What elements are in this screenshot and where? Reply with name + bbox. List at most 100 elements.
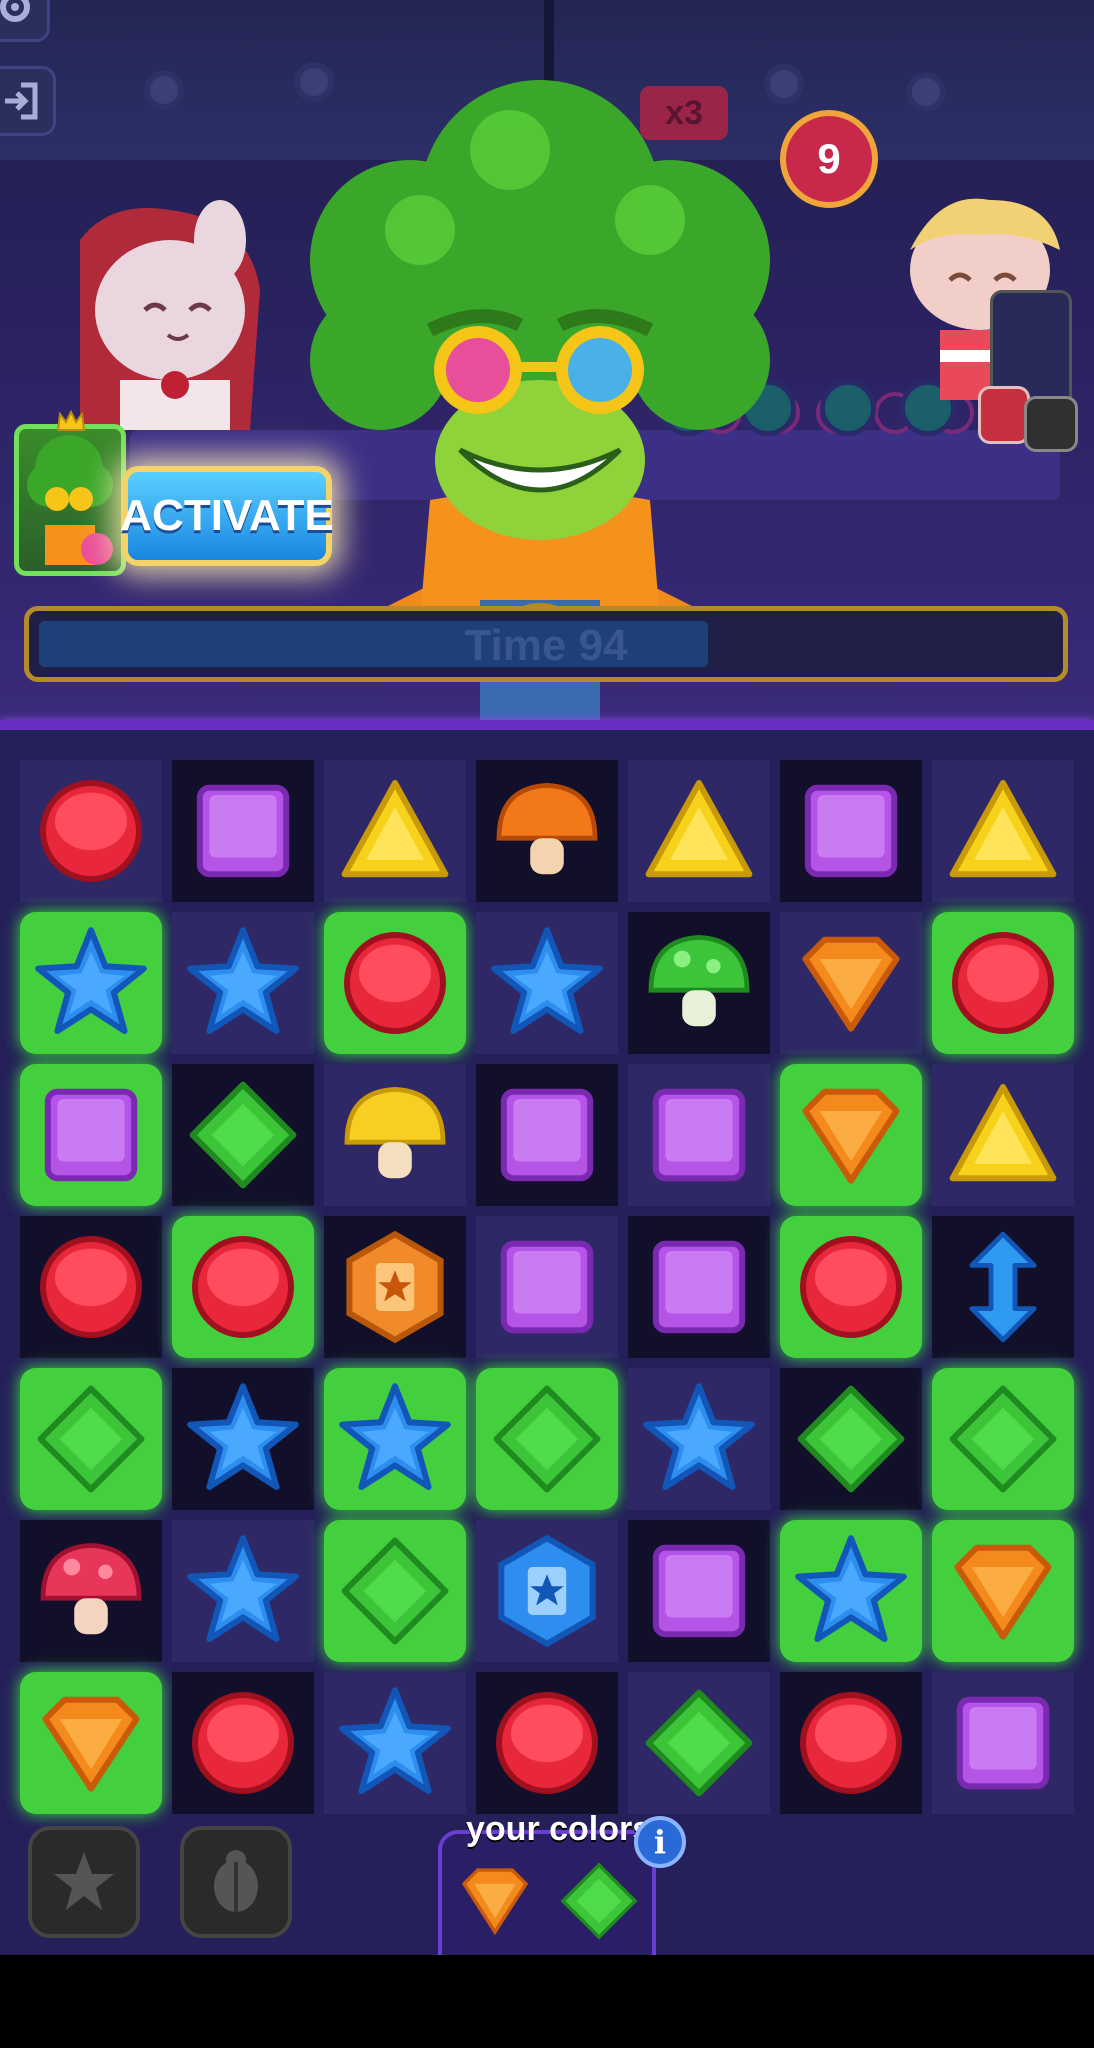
board-cell[interactable] xyxy=(476,1368,618,1510)
green-diamond-icon xyxy=(943,1379,1063,1499)
board-cell[interactable] xyxy=(20,1216,162,1358)
exit-button[interactable] xyxy=(0,66,56,136)
orange-gem-icon xyxy=(791,923,911,1043)
activate-button[interactable]: ACTIVATE xyxy=(120,466,334,566)
board-cell[interactable] xyxy=(628,1216,770,1358)
board-cell[interactable] xyxy=(476,1216,618,1358)
board-cell[interactable] xyxy=(324,1672,466,1814)
orange-gem-icon xyxy=(31,1683,151,1803)
board-cell[interactable] xyxy=(20,912,162,1054)
red-circle-icon xyxy=(791,1683,911,1803)
board-cell[interactable] xyxy=(20,760,162,902)
game-board xyxy=(0,730,1094,1830)
blue-star-icon xyxy=(791,1531,911,1651)
board-cell[interactable] xyxy=(324,1064,466,1206)
board-cell[interactable] xyxy=(628,1064,770,1206)
purple-square-icon xyxy=(639,1227,759,1347)
broccoli-portrait-icon xyxy=(27,435,113,565)
blue-star-icon xyxy=(183,1379,303,1499)
board-cell[interactable] xyxy=(172,912,314,1054)
star-powerup-icon xyxy=(54,1852,114,1910)
green-diamond-icon xyxy=(335,1531,455,1651)
yellow-triangle-icon xyxy=(335,771,455,891)
board-cell[interactable] xyxy=(20,1520,162,1662)
purple-square-icon xyxy=(639,1531,759,1651)
board-cell[interactable] xyxy=(628,1672,770,1814)
blue-star-icon xyxy=(335,1379,455,1499)
board-cell[interactable] xyxy=(628,760,770,902)
board-cell[interactable] xyxy=(324,1368,466,1510)
board-cell[interactable] xyxy=(324,1216,466,1358)
board-cell[interactable] xyxy=(476,1672,618,1814)
timer-label: Time 94 xyxy=(464,621,628,670)
board-cell[interactable] xyxy=(20,1672,162,1814)
your-colors-label: your colors xyxy=(466,1810,652,1848)
purple-square-icon xyxy=(943,1683,1063,1803)
blue-star-icon xyxy=(487,923,607,1043)
opponent-bunny-avatar xyxy=(80,200,260,430)
board-cell[interactable] xyxy=(780,1368,922,1510)
board-cell[interactable] xyxy=(932,912,1074,1054)
crown-icon xyxy=(56,410,86,431)
board-cell[interactable] xyxy=(172,1368,314,1510)
board-cell[interactable] xyxy=(780,1672,922,1814)
board-cell[interactable] xyxy=(780,1064,922,1206)
board-cell[interactable] xyxy=(172,1672,314,1814)
board-cell[interactable] xyxy=(932,1368,1074,1510)
your-color-green-diamond-icon xyxy=(560,1862,638,1940)
board-cell[interactable] xyxy=(628,912,770,1054)
board-cell[interactable] xyxy=(932,1672,1074,1814)
board-cell[interactable] xyxy=(628,1520,770,1662)
board-cell[interactable] xyxy=(476,760,618,902)
yellow-triangle-icon xyxy=(943,771,1063,891)
board-cell[interactable] xyxy=(172,1216,314,1358)
scarab-powerup-icon xyxy=(214,1850,258,1912)
stage-light xyxy=(150,76,178,104)
red-mushroom-icon xyxy=(31,1531,151,1651)
scarab-powerup-button[interactable] xyxy=(180,1826,292,1938)
orange-gem-icon xyxy=(791,1075,911,1195)
settings-button[interactable] xyxy=(0,0,50,42)
yellow-triangle-icon xyxy=(943,1075,1063,1195)
red-circle-icon xyxy=(183,1683,303,1803)
purple-square-icon xyxy=(31,1075,151,1195)
board-cell[interactable] xyxy=(932,760,1074,902)
yellow-triangle-icon xyxy=(639,771,759,891)
purple-square-icon xyxy=(487,1075,607,1195)
board-cell[interactable] xyxy=(780,1216,922,1358)
board-cell[interactable] xyxy=(476,912,618,1054)
character-ability-card[interactable] xyxy=(14,424,126,576)
board-cell[interactable] xyxy=(476,1520,618,1662)
board-cell[interactable] xyxy=(20,1064,162,1206)
purple-square-icon xyxy=(487,1227,607,1347)
board-cell[interactable] xyxy=(324,912,466,1054)
green-diamond-icon xyxy=(183,1075,303,1195)
star-powerup-button[interactable] xyxy=(28,1826,140,1938)
board-cell[interactable] xyxy=(780,760,922,902)
purple-square-icon xyxy=(183,771,303,891)
blue-star-icon xyxy=(335,1683,455,1803)
blue-star-icon xyxy=(639,1379,759,1499)
exit-icon xyxy=(5,82,38,120)
board-cell[interactable] xyxy=(172,1064,314,1206)
board-cell[interactable] xyxy=(932,1216,1074,1358)
orange-mushroom-icon xyxy=(487,771,607,891)
board-cell[interactable] xyxy=(324,760,466,902)
board-cell[interactable] xyxy=(476,1064,618,1206)
board-cell[interactable] xyxy=(780,912,922,1054)
bottom-bar xyxy=(0,1955,1094,2048)
stage-light xyxy=(912,78,940,106)
board-cell[interactable] xyxy=(172,760,314,902)
red-circle-icon xyxy=(943,923,1063,1043)
board-cell[interactable] xyxy=(932,1520,1074,1662)
board-cell[interactable] xyxy=(20,1368,162,1510)
green-diamond-icon xyxy=(639,1683,759,1803)
green-diamond-icon xyxy=(487,1379,607,1499)
blue-star-icon xyxy=(183,1531,303,1651)
board-cell[interactable] xyxy=(172,1520,314,1662)
board-cell[interactable] xyxy=(780,1520,922,1662)
board-cell[interactable] xyxy=(628,1368,770,1510)
opponent-powerup-card xyxy=(1024,396,1078,452)
board-cell[interactable] xyxy=(932,1064,1074,1206)
board-cell[interactable] xyxy=(324,1520,466,1662)
